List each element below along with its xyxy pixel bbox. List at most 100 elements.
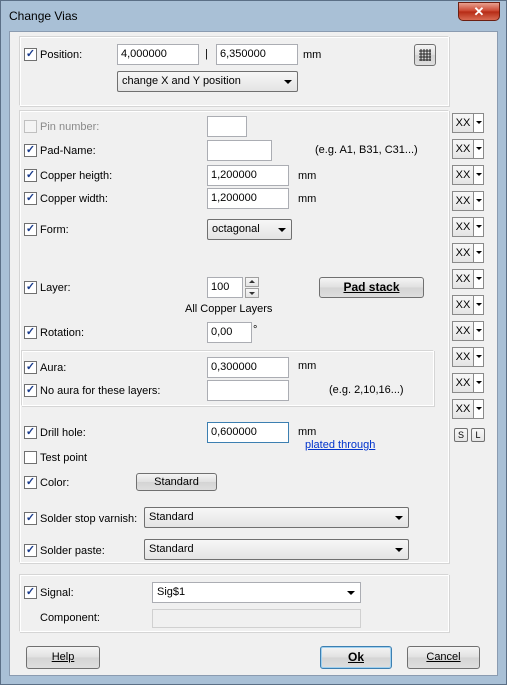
solder-stop-label: Solder stop varnish: <box>40 513 138 525</box>
pad-stack-label: Pad stack <box>343 280 400 294</box>
xx-dropdown-9[interactable] <box>473 321 484 341</box>
position-label: Position: <box>40 49 83 61</box>
rotation-label: Rotation: <box>40 327 85 339</box>
chevron-down-icon <box>476 355 482 358</box>
copper-width-unit: mm <box>298 193 317 205</box>
no-aura-hint: (e.g. 2,10,16...) <box>329 384 404 396</box>
position-separator: | <box>205 48 208 60</box>
drill-hole-unit: mm <box>298 426 317 438</box>
pin-number-input[interactable] <box>207 116 247 137</box>
signal-checkbox[interactable]: ✓ <box>24 586 37 599</box>
copper-height-label: Copper heigth: <box>40 170 113 182</box>
window-title: Change Vias <box>9 9 78 23</box>
position-checkbox[interactable]: ✓ <box>24 48 37 61</box>
pin-number-checkbox[interactable] <box>24 120 37 133</box>
xx-dropdown-1[interactable] <box>473 113 484 133</box>
pad-name-checkbox[interactable]: ✓ <box>24 144 37 157</box>
xx-dropdown-4[interactable] <box>473 191 484 211</box>
xx-dropdown-11[interactable] <box>473 373 484 393</box>
copper-width-input[interactable]: 1,200000 <box>207 188 289 209</box>
l-button[interactable]: L <box>471 428 485 442</box>
help-button[interactable]: Help <box>26 646 100 669</box>
chevron-down-icon <box>476 147 482 150</box>
xx-button-4[interactable]: XX <box>452 191 474 211</box>
xx-button-2[interactable]: XX <box>452 139 474 159</box>
xx-button-3[interactable]: XX <box>452 165 474 185</box>
position-mode-select[interactable]: change X and Y position <box>117 71 298 92</box>
no-aura-label: No aura for these layers: <box>40 385 161 397</box>
spin-down-icon[interactable] <box>245 288 259 298</box>
xx-button-6[interactable]: XX <box>452 243 474 263</box>
layer-description: All Copper Layers <box>185 303 273 315</box>
xx-dropdown-2[interactable] <box>473 139 484 159</box>
signal-select[interactable]: Sig$1 <box>152 582 361 603</box>
xx-button-12[interactable]: XX <box>452 399 474 419</box>
copper-width-checkbox[interactable]: ✓ <box>24 192 37 205</box>
chevron-down-icon <box>476 173 482 176</box>
form-select[interactable]: octagonal <box>207 219 292 240</box>
aura-input[interactable]: 0,300000 <box>207 357 289 378</box>
copper-height-checkbox[interactable]: ✓ <box>24 169 37 182</box>
chevron-down-icon <box>284 80 292 84</box>
grid-button[interactable] <box>414 44 436 66</box>
copper-height-input[interactable]: 1,200000 <box>207 165 289 186</box>
dialog-body: ✓ Position: 4,000000 | 6,350000 mm chang… <box>9 31 498 676</box>
signal-value: Sig$1 <box>157 586 186 598</box>
xx-dropdown-10[interactable] <box>473 347 484 367</box>
drill-hole-input[interactable]: 0,600000 <box>207 422 289 443</box>
xx-button-9[interactable]: XX <box>452 321 474 341</box>
ok-button[interactable]: Ok <box>320 646 392 669</box>
layer-checkbox[interactable]: ✓ <box>24 281 37 294</box>
layer-input[interactable]: 100 <box>207 277 243 298</box>
xx-button-1[interactable]: XX <box>452 113 474 133</box>
s-button[interactable]: S <box>454 428 468 442</box>
copper-width-label: Copper width: <box>40 193 108 205</box>
rotation-input[interactable]: 0,00 <box>207 322 252 343</box>
layer-label: Layer: <box>40 282 71 294</box>
solder-paste-checkbox[interactable]: ✓ <box>24 544 37 557</box>
xx-button-10[interactable]: XX <box>452 347 474 367</box>
test-point-checkbox[interactable] <box>24 451 37 464</box>
chevron-down-icon <box>476 303 482 306</box>
drill-hole-checkbox[interactable]: ✓ <box>24 426 37 439</box>
xx-dropdown-5[interactable] <box>473 217 484 237</box>
solder-stop-select[interactable]: Standard <box>144 507 409 528</box>
position-x-input[interactable]: 4,000000 <box>117 44 199 65</box>
xx-dropdown-12[interactable] <box>473 399 484 419</box>
xx-dropdown-6[interactable] <box>473 243 484 263</box>
pad-stack-button[interactable]: Pad stack <box>319 277 424 298</box>
xx-button-11[interactable]: XX <box>452 373 474 393</box>
no-aura-checkbox[interactable]: ✓ <box>24 384 37 397</box>
component-input <box>152 609 361 628</box>
solder-paste-select[interactable]: Standard <box>144 539 409 560</box>
pin-number-label: Pin number: <box>40 121 100 133</box>
pad-name-label: Pad-Name: <box>40 145 96 157</box>
aura-checkbox[interactable]: ✓ <box>24 361 37 374</box>
position-unit: mm <box>303 49 322 61</box>
color-checkbox[interactable]: ✓ <box>24 476 37 489</box>
cancel-button[interactable]: Cancel <box>407 646 480 669</box>
rotation-checkbox[interactable]: ✓ <box>24 326 37 339</box>
spin-up-icon[interactable] <box>245 277 259 287</box>
solder-paste-value: Standard <box>149 543 194 555</box>
title-bar: Change Vias ✕ <box>1 1 506 31</box>
solder-stop-value: Standard <box>149 511 194 523</box>
xx-dropdown-3[interactable] <box>473 165 484 185</box>
component-label: Component: <box>40 612 100 624</box>
position-y-input[interactable]: 6,350000 <box>216 44 298 65</box>
form-checkbox[interactable]: ✓ <box>24 223 37 236</box>
xx-button-5[interactable]: XX <box>452 217 474 237</box>
xx-dropdown-7[interactable] <box>473 269 484 289</box>
xx-button-7[interactable]: XX <box>452 269 474 289</box>
solder-stop-checkbox[interactable]: ✓ <box>24 512 37 525</box>
close-button[interactable]: ✕ <box>458 2 500 21</box>
pad-name-input[interactable] <box>207 140 272 161</box>
no-aura-input[interactable] <box>207 380 289 401</box>
plated-through-link[interactable]: plated through <box>305 439 375 451</box>
xx-button-8[interactable]: XX <box>452 295 474 315</box>
color-button[interactable]: Standard <box>136 473 217 491</box>
test-point-label: Test point <box>40 452 88 464</box>
xx-dropdown-8[interactable] <box>473 295 484 315</box>
rotation-unit: ° <box>253 324 258 336</box>
layer-spinner[interactable] <box>245 277 259 298</box>
